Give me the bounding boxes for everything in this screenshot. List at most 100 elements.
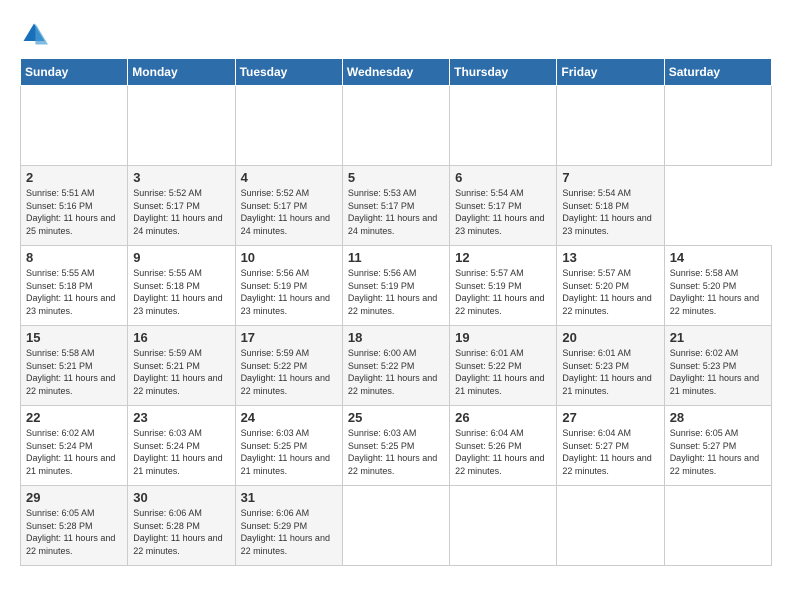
day-number: 30 — [133, 490, 229, 505]
calendar-cell — [128, 86, 235, 166]
calendar-cell — [450, 86, 557, 166]
day-detail: Sunrise: 6:03 AMSunset: 5:25 PMDaylight:… — [348, 427, 444, 477]
calendar-cell: 30 Sunrise: 6:06 AMSunset: 5:28 PMDaylig… — [128, 486, 235, 566]
day-detail: Sunrise: 5:54 AMSunset: 5:18 PMDaylight:… — [562, 187, 658, 237]
calendar-table: SundayMondayTuesdayWednesdayThursdayFrid… — [20, 58, 772, 566]
calendar-cell: 31 Sunrise: 6:06 AMSunset: 5:29 PMDaylig… — [235, 486, 342, 566]
day-detail: Sunrise: 6:00 AMSunset: 5:22 PMDaylight:… — [348, 347, 444, 397]
day-number: 8 — [26, 250, 122, 265]
calendar-cell: 19 Sunrise: 6:01 AMSunset: 5:22 PMDaylig… — [450, 326, 557, 406]
page-header — [20, 20, 772, 48]
day-detail: Sunrise: 5:52 AMSunset: 5:17 PMDaylight:… — [241, 187, 337, 237]
day-detail: Sunrise: 5:58 AMSunset: 5:21 PMDaylight:… — [26, 347, 122, 397]
calendar-cell — [557, 486, 664, 566]
day-detail: Sunrise: 5:55 AMSunset: 5:18 PMDaylight:… — [133, 267, 229, 317]
calendar-cell: 24 Sunrise: 6:03 AMSunset: 5:25 PMDaylig… — [235, 406, 342, 486]
week-row-0 — [21, 86, 772, 166]
day-number: 2 — [26, 170, 122, 185]
day-detail: Sunrise: 6:02 AMSunset: 5:23 PMDaylight:… — [670, 347, 766, 397]
calendar-cell: 12 Sunrise: 5:57 AMSunset: 5:19 PMDaylig… — [450, 246, 557, 326]
day-detail: Sunrise: 5:55 AMSunset: 5:18 PMDaylight:… — [26, 267, 122, 317]
day-detail: Sunrise: 5:59 AMSunset: 5:21 PMDaylight:… — [133, 347, 229, 397]
calendar-cell: 6 Sunrise: 5:54 AMSunset: 5:17 PMDayligh… — [450, 166, 557, 246]
calendar-cell: 14 Sunrise: 5:58 AMSunset: 5:20 PMDaylig… — [664, 246, 771, 326]
header-friday: Friday — [557, 59, 664, 86]
day-number: 28 — [670, 410, 766, 425]
day-number: 6 — [455, 170, 551, 185]
calendar-cell — [21, 86, 128, 166]
calendar-cell: 16 Sunrise: 5:59 AMSunset: 5:21 PMDaylig… — [128, 326, 235, 406]
day-number: 24 — [241, 410, 337, 425]
calendar-cell: 25 Sunrise: 6:03 AMSunset: 5:25 PMDaylig… — [342, 406, 449, 486]
calendar-cell: 2 Sunrise: 5:51 AMSunset: 5:16 PMDayligh… — [21, 166, 128, 246]
day-detail: Sunrise: 6:05 AMSunset: 5:28 PMDaylight:… — [26, 507, 122, 557]
day-number: 17 — [241, 330, 337, 345]
day-detail: Sunrise: 6:06 AMSunset: 5:29 PMDaylight:… — [241, 507, 337, 557]
calendar-cell: 22 Sunrise: 6:02 AMSunset: 5:24 PMDaylig… — [21, 406, 128, 486]
day-detail: Sunrise: 5:59 AMSunset: 5:22 PMDaylight:… — [241, 347, 337, 397]
calendar-cell: 27 Sunrise: 6:04 AMSunset: 5:27 PMDaylig… — [557, 406, 664, 486]
week-row-3: 15 Sunrise: 5:58 AMSunset: 5:21 PMDaylig… — [21, 326, 772, 406]
calendar-cell: 18 Sunrise: 6:00 AMSunset: 5:22 PMDaylig… — [342, 326, 449, 406]
calendar-cell: 11 Sunrise: 5:56 AMSunset: 5:19 PMDaylig… — [342, 246, 449, 326]
day-number: 21 — [670, 330, 766, 345]
calendar-cell: 17 Sunrise: 5:59 AMSunset: 5:22 PMDaylig… — [235, 326, 342, 406]
header-monday: Monday — [128, 59, 235, 86]
day-number: 15 — [26, 330, 122, 345]
calendar-cell: 3 Sunrise: 5:52 AMSunset: 5:17 PMDayligh… — [128, 166, 235, 246]
calendar-cell: 26 Sunrise: 6:04 AMSunset: 5:26 PMDaylig… — [450, 406, 557, 486]
calendar-cell: 10 Sunrise: 5:56 AMSunset: 5:19 PMDaylig… — [235, 246, 342, 326]
day-number: 26 — [455, 410, 551, 425]
day-detail: Sunrise: 5:57 AMSunset: 5:20 PMDaylight:… — [562, 267, 658, 317]
day-detail: Sunrise: 6:04 AMSunset: 5:27 PMDaylight:… — [562, 427, 658, 477]
header-row: SundayMondayTuesdayWednesdayThursdayFrid… — [21, 59, 772, 86]
calendar-cell: 29 Sunrise: 6:05 AMSunset: 5:28 PMDaylig… — [21, 486, 128, 566]
day-number: 10 — [241, 250, 337, 265]
header-wednesday: Wednesday — [342, 59, 449, 86]
day-number: 13 — [562, 250, 658, 265]
day-number: 14 — [670, 250, 766, 265]
calendar-cell — [235, 86, 342, 166]
day-detail: Sunrise: 6:01 AMSunset: 5:22 PMDaylight:… — [455, 347, 551, 397]
calendar-cell — [342, 486, 449, 566]
calendar-cell: 21 Sunrise: 6:02 AMSunset: 5:23 PMDaylig… — [664, 326, 771, 406]
calendar-cell: 23 Sunrise: 6:03 AMSunset: 5:24 PMDaylig… — [128, 406, 235, 486]
day-detail: Sunrise: 6:01 AMSunset: 5:23 PMDaylight:… — [562, 347, 658, 397]
day-number: 4 — [241, 170, 337, 185]
day-number: 27 — [562, 410, 658, 425]
day-number: 22 — [26, 410, 122, 425]
day-number: 31 — [241, 490, 337, 505]
day-number: 9 — [133, 250, 229, 265]
day-number: 20 — [562, 330, 658, 345]
week-row-4: 22 Sunrise: 6:02 AMSunset: 5:24 PMDaylig… — [21, 406, 772, 486]
day-number: 7 — [562, 170, 658, 185]
day-detail: Sunrise: 5:51 AMSunset: 5:16 PMDaylight:… — [26, 187, 122, 237]
day-detail: Sunrise: 5:56 AMSunset: 5:19 PMDaylight:… — [241, 267, 337, 317]
day-number: 23 — [133, 410, 229, 425]
header-thursday: Thursday — [450, 59, 557, 86]
week-row-5: 29 Sunrise: 6:05 AMSunset: 5:28 PMDaylig… — [21, 486, 772, 566]
day-number: 29 — [26, 490, 122, 505]
week-row-2: 8 Sunrise: 5:55 AMSunset: 5:18 PMDayligh… — [21, 246, 772, 326]
day-number: 5 — [348, 170, 444, 185]
header-tuesday: Tuesday — [235, 59, 342, 86]
day-number: 16 — [133, 330, 229, 345]
day-detail: Sunrise: 6:02 AMSunset: 5:24 PMDaylight:… — [26, 427, 122, 477]
day-number: 25 — [348, 410, 444, 425]
day-number: 19 — [455, 330, 551, 345]
week-row-1: 2 Sunrise: 5:51 AMSunset: 5:16 PMDayligh… — [21, 166, 772, 246]
calendar-cell — [450, 486, 557, 566]
day-detail: Sunrise: 5:57 AMSunset: 5:19 PMDaylight:… — [455, 267, 551, 317]
calendar-cell: 13 Sunrise: 5:57 AMSunset: 5:20 PMDaylig… — [557, 246, 664, 326]
day-detail: Sunrise: 6:06 AMSunset: 5:28 PMDaylight:… — [133, 507, 229, 557]
day-detail: Sunrise: 5:56 AMSunset: 5:19 PMDaylight:… — [348, 267, 444, 317]
header-saturday: Saturday — [664, 59, 771, 86]
day-detail: Sunrise: 5:58 AMSunset: 5:20 PMDaylight:… — [670, 267, 766, 317]
day-detail: Sunrise: 6:04 AMSunset: 5:26 PMDaylight:… — [455, 427, 551, 477]
day-detail: Sunrise: 5:54 AMSunset: 5:17 PMDaylight:… — [455, 187, 551, 237]
day-number: 12 — [455, 250, 551, 265]
calendar-header: SundayMondayTuesdayWednesdayThursdayFrid… — [21, 59, 772, 86]
logo — [20, 20, 52, 48]
calendar-cell — [557, 86, 664, 166]
calendar-body: 2 Sunrise: 5:51 AMSunset: 5:16 PMDayligh… — [21, 86, 772, 566]
